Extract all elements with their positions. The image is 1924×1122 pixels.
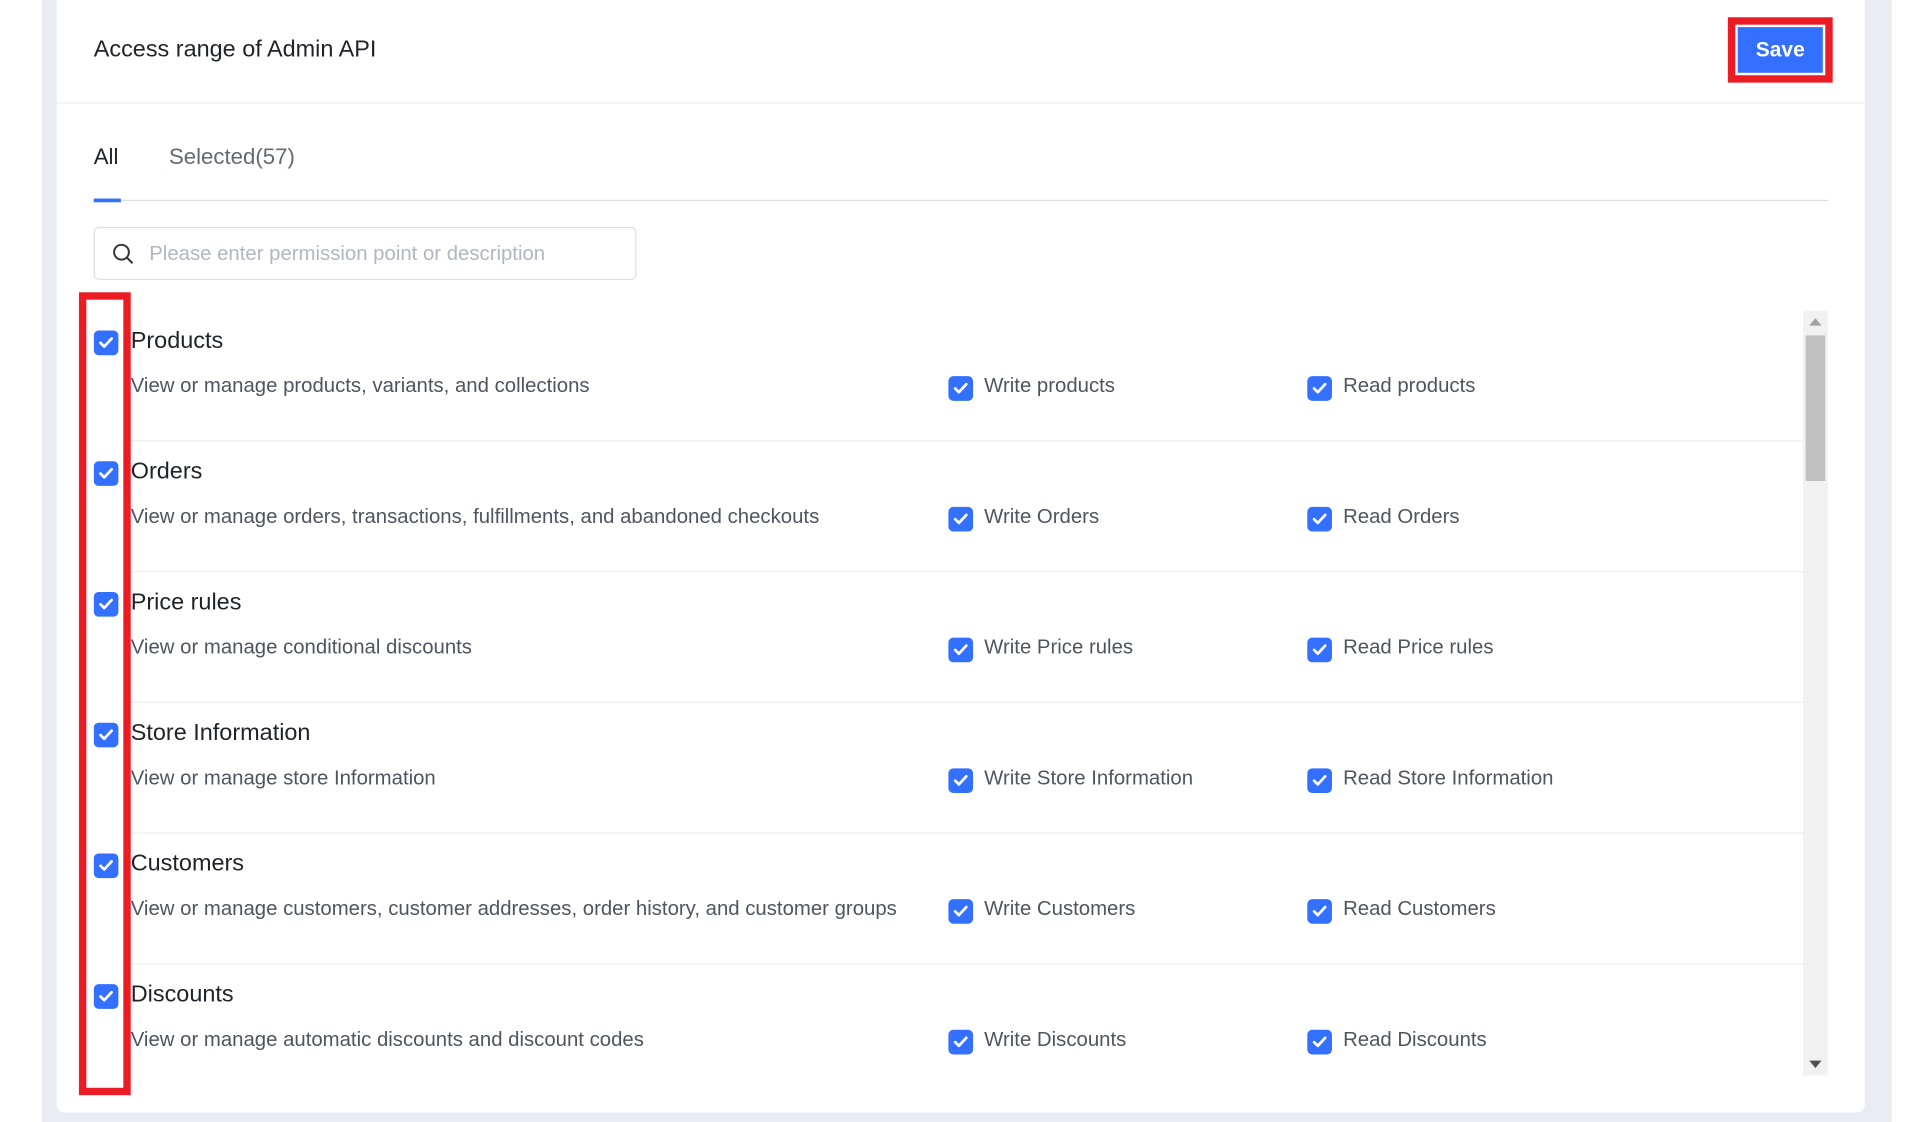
permission-row: Customers View or manage customers, custo… xyxy=(93,834,1804,965)
save-button[interactable]: Save xyxy=(1737,27,1823,73)
read-checkbox[interactable] xyxy=(1307,768,1332,794)
write-label[interactable]: Write Discounts xyxy=(984,1029,1126,1052)
checkmark-icon xyxy=(1312,382,1327,394)
permission-list: Products View or manage products, variant… xyxy=(93,311,1804,1076)
checkmark-icon xyxy=(953,1036,968,1048)
checkmark-icon xyxy=(99,990,113,1002)
group-checkbox[interactable] xyxy=(93,853,119,879)
permission-description: View or manage customers, customer addre… xyxy=(130,897,897,921)
checkmark-icon xyxy=(1312,775,1327,786)
read-checkbox[interactable] xyxy=(1307,376,1332,401)
save-button-highlight: Save xyxy=(1727,17,1833,83)
read-checkbox[interactable] xyxy=(1307,506,1332,532)
permission-title: Products xyxy=(130,328,224,354)
permission-row: Price rules View or manage conditional di… xyxy=(93,572,1804,703)
write-checkbox[interactable] xyxy=(948,506,974,532)
permission-title: Store Information xyxy=(130,720,311,747)
permission-row: Discounts View or manage automatic discou… xyxy=(93,964,1803,1075)
write-label[interactable]: Write Orders xyxy=(984,506,1099,529)
search-input[interactable] xyxy=(146,238,621,271)
write-checkbox[interactable] xyxy=(948,899,974,924)
scrollbar[interactable] xyxy=(1803,310,1828,1076)
checkmark-icon xyxy=(1312,513,1327,525)
checkmark-icon xyxy=(99,467,113,479)
group-checkbox[interactable] xyxy=(93,984,119,1009)
permission-row: Store Information View or manage store In… xyxy=(93,703,1804,834)
active-tab-indicator xyxy=(93,198,121,203)
tab-selected[interactable]: Selected(57) xyxy=(169,144,295,170)
read-label[interactable]: Read Customers xyxy=(1343,898,1496,921)
permission-description: View or manage orders, transactions, ful… xyxy=(130,505,820,528)
read-label[interactable]: Read Price rules xyxy=(1343,636,1493,659)
checkmark-icon xyxy=(99,860,113,871)
read-label[interactable]: Read Store Information xyxy=(1343,767,1553,790)
permission-description: View or manage store Information xyxy=(130,767,436,790)
permission-description: View or manage products, variants, and c… xyxy=(130,374,590,398)
write-label[interactable]: Write Price rules xyxy=(984,636,1133,659)
group-checkbox[interactable] xyxy=(93,330,119,356)
page-title: Access range of Admin API xyxy=(93,36,377,63)
write-label[interactable]: Write products xyxy=(984,375,1115,398)
checkmark-icon xyxy=(1312,905,1327,917)
checkmark-icon xyxy=(1312,644,1327,656)
checkmark-icon xyxy=(1312,1036,1327,1048)
checkmark-icon xyxy=(953,905,968,917)
write-checkbox[interactable] xyxy=(948,376,974,401)
search-icon xyxy=(113,243,134,265)
permission-title: Price rules xyxy=(130,589,242,616)
write-label[interactable]: Write Customers xyxy=(984,898,1135,921)
scroll-down-arrow-icon[interactable] xyxy=(1809,1060,1822,1069)
group-checkbox[interactable] xyxy=(93,591,119,617)
checkmark-icon xyxy=(953,513,968,525)
group-checkbox[interactable] xyxy=(93,722,119,748)
read-checkbox[interactable] xyxy=(1307,637,1332,663)
permission-title: Customers xyxy=(130,850,245,877)
permission-title: Orders xyxy=(130,458,203,485)
write-checkbox[interactable] xyxy=(948,768,974,794)
checkmark-icon xyxy=(99,337,113,348)
read-label[interactable]: Read Discounts xyxy=(1343,1029,1487,1052)
tab-all[interactable]: All xyxy=(94,144,119,170)
permission-row: Products View or manage products, variant… xyxy=(93,311,1804,442)
permission-description: View or manage automatic discounts and d… xyxy=(130,1028,644,1051)
header-divider xyxy=(56,102,1865,104)
write-label[interactable]: Write Store Information xyxy=(984,767,1193,790)
tabs-divider xyxy=(93,199,1828,202)
checkmark-icon xyxy=(953,775,968,786)
write-checkbox[interactable] xyxy=(948,1029,974,1055)
read-checkbox[interactable] xyxy=(1307,1029,1332,1055)
search-box[interactable] xyxy=(93,226,637,280)
permission-description: View or manage conditional discounts xyxy=(130,636,472,659)
checkmark-icon xyxy=(953,382,968,394)
write-checkbox[interactable] xyxy=(948,637,974,663)
scroll-up-arrow-icon[interactable] xyxy=(1809,318,1822,326)
checkmark-icon xyxy=(99,598,113,610)
checkmark-icon xyxy=(953,644,968,656)
scrollbar-thumb[interactable] xyxy=(1805,335,1826,481)
stage: Access range of Admin API Save All Selec… xyxy=(0,0,1924,1122)
checkmark-icon xyxy=(99,729,113,741)
read-label[interactable]: Read Orders xyxy=(1343,506,1460,529)
permission-title: Discounts xyxy=(130,981,234,1008)
group-checkbox[interactable] xyxy=(93,461,119,486)
read-label[interactable]: Read products xyxy=(1343,375,1475,398)
read-checkbox[interactable] xyxy=(1307,899,1332,924)
permission-row: Orders View or manage orders, transaction… xyxy=(93,442,1804,573)
